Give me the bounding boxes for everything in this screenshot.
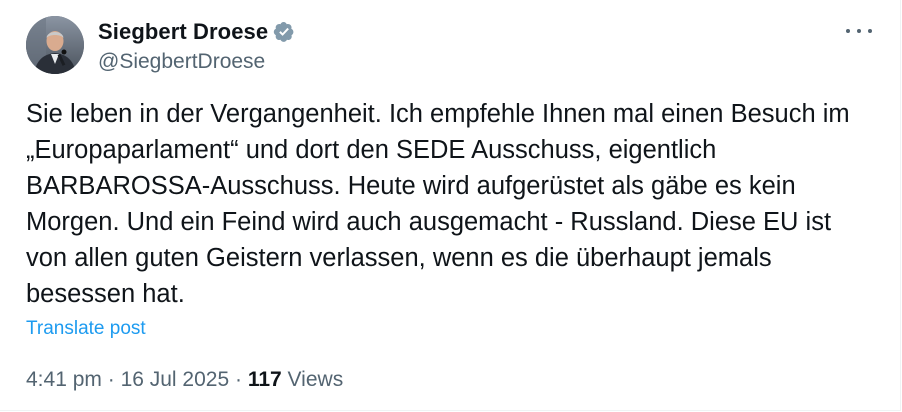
post-date[interactable]: 16 Jul 2025 [121,368,230,392]
post-text: Sie leben in der Vergangenheit. Ich empf… [26,100,850,308]
more-options-button[interactable] [846,22,872,40]
avatar-image [26,16,84,74]
views-label: Views [281,368,344,391]
meta-separator: · [101,368,121,391]
author-handle[interactable]: @SiegbertDroese [98,50,295,74]
author-display-name[interactable]: Siegbert Droese [98,19,268,45]
post-metadata: 4:41 pm · 16 Jul 2025 · 117 Views [26,368,343,392]
more-horizontal-icon-dot [857,29,861,33]
post-header: Siegbert Droese @SiegbertDroese [26,16,295,74]
meta-separator: · [229,368,248,391]
more-horizontal-icon-dot [868,29,872,33]
name-row: Siegbert Droese [98,18,295,46]
post-card: Siegbert Droese @SiegbertDroese Sie lebe… [0,0,902,412]
verified-badge-icon[interactable] [273,21,295,43]
post-time[interactable]: 4:41 pm [26,368,102,392]
translate-post-link[interactable]: Translate post [26,318,146,340]
views-count[interactable]: 117 [248,368,282,392]
avatar[interactable] [26,16,84,74]
author-identity: Siegbert Droese @SiegbertDroese [98,16,295,74]
more-horizontal-icon-dot [846,29,850,33]
